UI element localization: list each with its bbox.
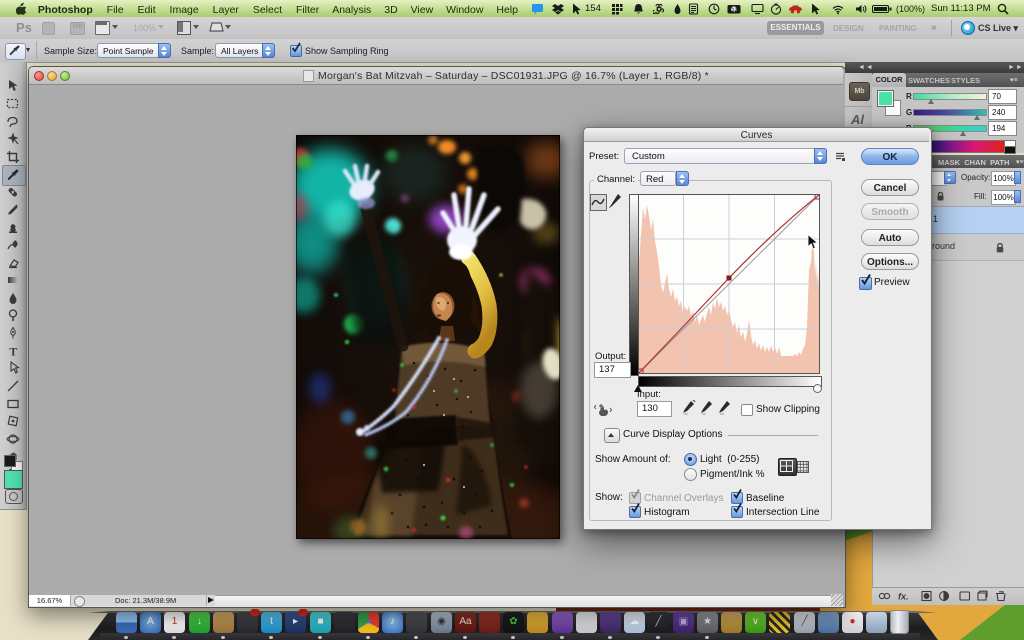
svg-text:12: 12 (732, 7, 738, 13)
svg-text:T: T (9, 345, 17, 359)
svg-text:fx.: fx. (898, 592, 909, 602)
